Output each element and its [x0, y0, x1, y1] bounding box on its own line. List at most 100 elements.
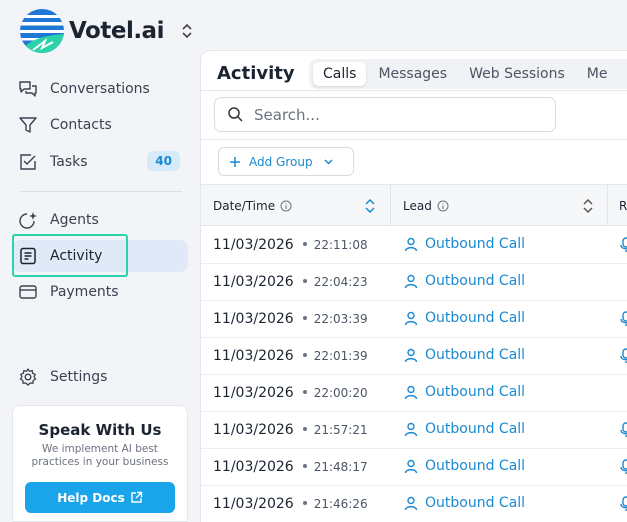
promo-title: Speak With Us	[38, 421, 162, 439]
user-icon	[404, 348, 418, 362]
microphone-icon[interactable]	[620, 237, 627, 253]
microphone-icon[interactable]	[620, 496, 627, 512]
header-label: Date/Time	[213, 198, 276, 213]
column-header-date[interactable]: Date/Time	[213, 185, 292, 226]
lead-link[interactable]: Outbound Call	[404, 236, 525, 252]
checkbox-icon	[18, 152, 38, 172]
cell-datetime: 11/03/2026 22:11:08	[213, 237, 368, 253]
document-icon	[18, 246, 38, 266]
lead-name: Outbound Call	[425, 458, 526, 474]
cell-datetime: 11/03/2026 22:03:39	[213, 311, 368, 327]
gear-icon	[18, 367, 38, 387]
plus-icon	[230, 156, 240, 167]
cell-datetime: 11/03/2026 22:01:39	[213, 348, 368, 364]
lead-link[interactable]: Outbound Call	[404, 495, 525, 511]
column-header-recording[interactable]: R	[619, 185, 627, 226]
microphone-icon[interactable]	[620, 422, 627, 438]
lead-link[interactable]: Outbound Call	[404, 458, 525, 474]
nav-label: Activity	[50, 248, 103, 264]
tab-more[interactable]: Me	[577, 62, 618, 86]
header-divider	[201, 90, 627, 91]
lead-link[interactable]: Outbound Call	[404, 384, 525, 400]
table-row[interactable]: 11/03/2026 21:46:26 Outbound Call	[201, 486, 627, 522]
cell-date: 11/03/2026	[213, 274, 294, 290]
nav-item-conversations[interactable]: Conversations	[12, 73, 188, 105]
microphone-icon[interactable]	[620, 311, 627, 327]
sort-icon[interactable]	[364, 197, 376, 215]
cell-time: 21:48:17	[313, 460, 368, 474]
header-label: R	[619, 198, 627, 213]
column-header-lead[interactable]: Lead	[403, 185, 449, 226]
workspace-switch-icon[interactable]	[180, 22, 194, 40]
activity-tabs: Calls Messages Web Sessions Me	[309, 59, 627, 89]
page-title: Activity	[217, 63, 295, 84]
table-row[interactable]: 11/03/2026 21:48:17 Outbound Call	[201, 449, 627, 486]
user-icon	[404, 385, 418, 399]
lead-link[interactable]: Outbound Call	[404, 347, 525, 363]
nav-label: Tasks	[50, 154, 88, 170]
cell-date: 11/03/2026	[213, 459, 294, 475]
table-row[interactable]: 11/03/2026 22:01:39 Outbound Call	[201, 338, 627, 375]
nav-item-contacts[interactable]: Contacts	[12, 109, 188, 141]
lead-name: Outbound Call	[425, 421, 526, 437]
tasks-count-badge: 40	[147, 151, 180, 171]
lead-link[interactable]: Outbound Call	[404, 421, 525, 437]
chevron-down-icon	[324, 159, 333, 165]
sort-icon[interactable]	[582, 197, 594, 215]
lead-name: Outbound Call	[425, 347, 526, 363]
cell-date: 11/03/2026	[213, 422, 294, 438]
cell-datetime: 11/03/2026 22:00:20	[213, 385, 368, 401]
separator-dot	[302, 464, 307, 468]
tab-web-sessions[interactable]: Web Sessions	[459, 62, 575, 86]
cell-time: 22:04:23	[313, 275, 368, 289]
column-divider	[607, 185, 608, 226]
tab-messages[interactable]: Messages	[368, 62, 457, 86]
microphone-icon[interactable]	[620, 459, 627, 475]
cell-date: 11/03/2026	[213, 496, 294, 512]
cell-time: 21:57:21	[313, 423, 368, 437]
table-row[interactable]: 11/03/2026 22:04:23 Outbound Call	[201, 264, 627, 301]
cell-time: 22:01:39	[313, 349, 368, 363]
user-icon	[404, 422, 418, 436]
nav-item-agents[interactable]: Agents	[12, 204, 188, 236]
microphone-icon[interactable]	[620, 348, 627, 364]
cell-datetime: 11/03/2026 22:04:23	[213, 274, 368, 290]
table-row[interactable]: 11/03/2026 22:03:39 Outbound Call	[201, 301, 627, 338]
info-icon[interactable]	[280, 200, 292, 212]
table-row[interactable]: 11/03/2026 22:11:08 Outbound Call	[201, 227, 627, 264]
nav-item-activity[interactable]: Activity	[12, 240, 188, 272]
lead-link[interactable]: Outbound Call	[404, 273, 525, 289]
brand-logo[interactable]: Votel.ai	[19, 8, 164, 54]
lead-name: Outbound Call	[425, 273, 526, 289]
help-docs-label: Help Docs	[57, 490, 125, 505]
nav-label: Conversations	[50, 81, 150, 97]
nav-item-tasks[interactable]: Tasks 40	[12, 146, 188, 178]
user-icon	[404, 311, 418, 325]
add-group-button[interactable]: Add Group	[218, 147, 354, 176]
cell-datetime: 11/03/2026 21:48:17	[213, 459, 368, 475]
nav-item-payments[interactable]: Payments	[12, 276, 188, 308]
lead-name: Outbound Call	[425, 310, 526, 326]
promo-subtitle: We implement AI best practices in your b…	[31, 443, 169, 468]
separator-dot	[302, 427, 307, 431]
cell-datetime: 11/03/2026 21:57:21	[213, 422, 368, 438]
votel-logo-icon	[20, 9, 64, 53]
separator-dot	[302, 279, 307, 283]
user-icon	[404, 496, 418, 510]
help-docs-button[interactable]: Help Docs	[25, 482, 175, 513]
separator-dot	[302, 353, 307, 357]
add-group-label: Add Group	[249, 154, 313, 169]
table-header: Date/Time Lead R	[201, 184, 627, 226]
info-icon[interactable]	[437, 200, 449, 212]
table-row[interactable]: 11/03/2026 22:00:20 Outbound Call	[201, 375, 627, 412]
tab-calls[interactable]: Calls	[313, 62, 367, 86]
cell-date: 11/03/2026	[213, 311, 294, 327]
nav-label: Contacts	[50, 117, 112, 133]
speak-with-us-card: Speak With Us We implement AI best pract…	[12, 405, 188, 522]
search-box[interactable]	[214, 97, 556, 132]
search-input[interactable]	[254, 105, 534, 124]
user-icon	[404, 274, 418, 288]
lead-link[interactable]: Outbound Call	[404, 310, 525, 326]
nav-item-settings[interactable]: Settings	[12, 361, 188, 393]
table-row[interactable]: 11/03/2026 21:57:21 Outbound Call	[201, 412, 627, 449]
